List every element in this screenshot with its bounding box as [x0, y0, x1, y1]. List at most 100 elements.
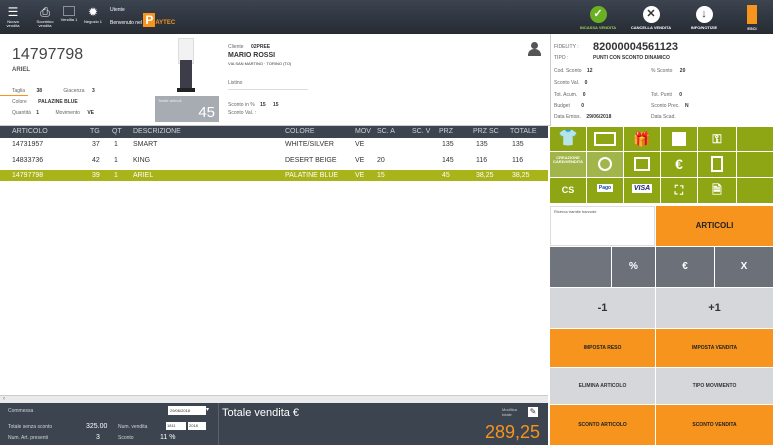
article-panel: 14797798 ARIEL Taglia 38 Giacenza 3 Colo…: [0, 34, 550, 126]
tile-card-time[interactable]: [587, 152, 623, 177]
fidelity-number: 82000004561123: [593, 41, 679, 53]
table-row-selected[interactable]: 14797798 39 1 ARIEL PALATINE BLUE VE 15 …: [0, 170, 548, 181]
settings-button[interactable]: ✹ Negozio 1: [84, 0, 102, 34]
brand-logo: P: [143, 13, 156, 27]
col-totale[interactable]: TOTALE: [510, 128, 537, 135]
barcode-search-field[interactable]: Ricerca tramite barcode: [550, 206, 655, 246]
horizontal-scrollbar[interactable]: ‹: [0, 395, 548, 403]
id-card-icon: [634, 157, 650, 171]
year-field[interactable]: 2018: [188, 422, 206, 430]
check-icon: ✓: [589, 6, 607, 23]
listino-field[interactable]: Listino: [228, 80, 308, 90]
col-descrizione[interactable]: DESCRIZIONE: [133, 128, 181, 135]
percent-button[interactable]: %: [612, 247, 655, 287]
euro-button[interactable]: €: [656, 247, 714, 287]
document-icon: 🗎: [712, 183, 722, 197]
table-row[interactable]: 14731957 37 1 SMART WHITE/SILVER VE 135 …: [0, 139, 548, 150]
key-icon: ⚿: [712, 132, 722, 146]
printer-icon: ⎙: [40, 5, 50, 19]
visa-icon: VISA: [631, 184, 653, 193]
tshirt-icon: 👕: [558, 130, 578, 147]
col-sca[interactable]: SC. A: [377, 128, 395, 135]
edit-total-icon[interactable]: ✎: [528, 407, 538, 417]
tile-create-card[interactable]: CREAZIONE CARD/VENDITA: [550, 152, 586, 177]
article-short: ARIEL: [12, 67, 30, 73]
gift-icon: 🎁: [633, 131, 651, 147]
calculator-icon: [711, 156, 723, 172]
col-qt[interactable]: QT: [112, 128, 122, 135]
articles-button[interactable]: ARTICOLI: [656, 206, 773, 246]
sale-number-field[interactable]: 1811: [166, 422, 186, 430]
grid-header: ARTICOLO TG QT DESCRIZIONE COLORE MOV SC…: [0, 126, 548, 138]
list-icon: ☰: [7, 5, 19, 19]
client-name: MARIO ROSSI: [228, 52, 276, 59]
delete-article-button[interactable]: ELIMINA ARTICOLO: [550, 368, 655, 404]
tile-pago[interactable]: Pago: [587, 178, 623, 203]
col-tg[interactable]: TG: [90, 128, 100, 135]
footer-totals: Commessa 29/06/2018 ▾ Totale senza scont…: [0, 403, 548, 445]
terminal-button[interactable]: Vendita 1: [60, 0, 78, 34]
tile-blank2[interactable]: [737, 178, 773, 203]
download-icon: ↓: [695, 6, 713, 23]
tile-euro[interactable]: €: [661, 152, 697, 177]
article-discount-button[interactable]: SCONTO ARTICOLO: [550, 405, 655, 445]
product-image: [174, 38, 198, 94]
print-receipt-button[interactable]: ⎙ Scontrino vendita: [36, 0, 54, 34]
total-label: Totale vendita €: [222, 407, 300, 419]
set-sale-button[interactable]: IMPOSTA VENDITA: [656, 329, 773, 367]
article-code: 14797798: [12, 46, 84, 63]
sale-discount-button[interactable]: SCONTO VENDITA: [656, 405, 773, 445]
accent-line: [0, 95, 28, 96]
tile-visa[interactable]: VISA: [624, 178, 660, 203]
exit-button[interactable]: ESCI: [735, 0, 769, 34]
col-articolo[interactable]: ARTICOLO: [12, 128, 48, 135]
brand-name: AYTEC: [155, 20, 176, 26]
decrement-button[interactable]: -1: [550, 288, 655, 328]
tile-payment-cs[interactable]: CS: [550, 178, 586, 203]
tile-document[interactable]: 🗎: [698, 178, 736, 203]
tile-gift[interactable]: 🎁: [624, 127, 660, 151]
calendar-icon[interactable]: ▾: [206, 406, 209, 413]
tile-clothing[interactable]: 👕: [550, 127, 586, 151]
info-news-button[interactable]: ↓ INFO/NOTIZIE: [678, 0, 730, 34]
checkout-button[interactable]: ✓ INCASSA VENDITA: [572, 0, 624, 34]
total-articles-box: Totale articoli 45: [155, 96, 219, 122]
col-colore[interactable]: COLORE: [285, 128, 315, 135]
divider: [218, 403, 219, 445]
client-info: Cliente 02PREE MARIO ROSSI VIA SAN MARTI…: [228, 44, 292, 66]
col-mov[interactable]: MOV: [355, 128, 371, 135]
tile-cashier[interactable]: [587, 127, 623, 151]
tile-key[interactable]: ⚿: [698, 127, 736, 151]
cash-register-icon: [594, 132, 616, 146]
total-amount: 289,25: [484, 422, 540, 442]
welcome-area: Utente Benvenuto nel P AYTEC: [110, 7, 175, 27]
terminal-icon: [63, 6, 75, 16]
blank-gray-button[interactable]: [550, 247, 611, 287]
col-scv[interactable]: SC. V: [412, 128, 430, 135]
close-icon: ✕: [642, 6, 660, 23]
clear-button[interactable]: X: [715, 247, 773, 287]
tile-bag[interactable]: [661, 127, 697, 151]
tile-voucher[interactable]: ⛶: [661, 178, 697, 203]
fidelity-panel: FIDELITY : 82000004561123 TIPO : PUNTI C…: [550, 34, 773, 126]
new-sale-button[interactable]: ☰ Nuova vendita: [4, 0, 22, 34]
scroll-left-icon[interactable]: ‹: [3, 396, 5, 402]
tile-customer[interactable]: [624, 152, 660, 177]
tile-blank[interactable]: [737, 152, 773, 177]
gear-icon: ✹: [87, 5, 99, 19]
tile-calculator[interactable]: [698, 152, 736, 177]
col-prz[interactable]: PRZ: [439, 128, 453, 135]
cancel-sale-button[interactable]: ✕ CANCELLA VENDITA: [625, 0, 677, 34]
date-field[interactable]: 29/06/2018: [168, 406, 206, 415]
clock-icon: [598, 157, 612, 171]
euro-coin-icon: €: [675, 156, 683, 172]
increment-button[interactable]: +1: [656, 288, 773, 328]
table-row[interactable]: 14833736 42 1 KING DESERT BEIGE VE 20 14…: [0, 155, 548, 166]
col-prz-sc[interactable]: PRZ SC: [473, 128, 499, 135]
user-icon: [528, 42, 541, 56]
door-icon: [747, 5, 757, 24]
movement-type-button[interactable]: TIPO MOVIMENTO: [656, 368, 773, 404]
set-return-button[interactable]: IMPOSTA RESO: [550, 329, 655, 367]
pagobancomat-icon: Pago: [596, 184, 614, 192]
tile-extra[interactable]: [737, 127, 773, 151]
